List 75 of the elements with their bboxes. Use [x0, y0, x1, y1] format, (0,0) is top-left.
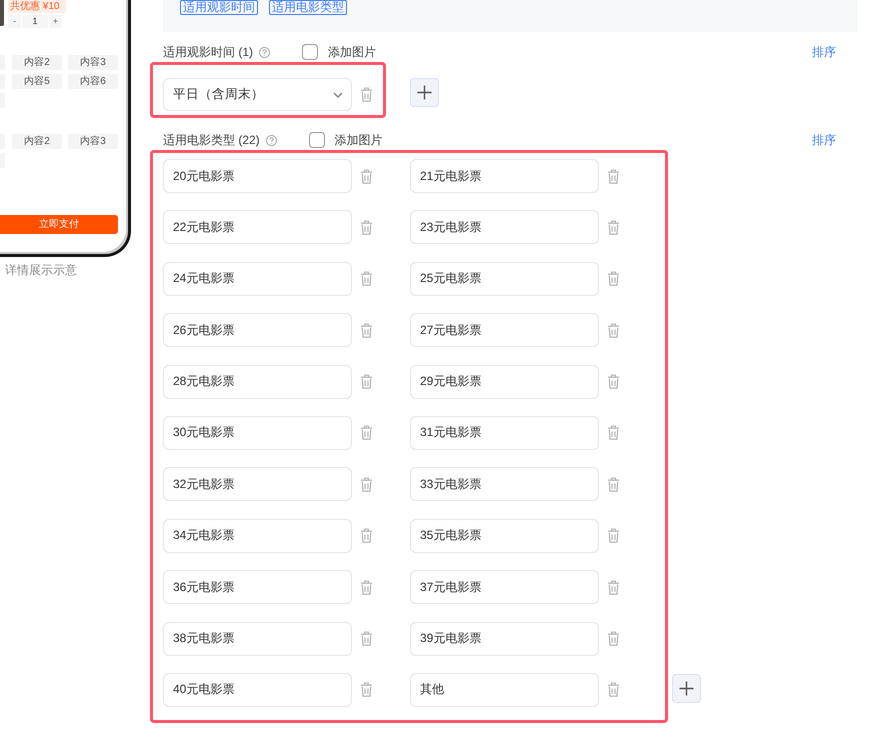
text-field[interactable]: 24元电影票	[163, 262, 352, 296]
text-field[interactable]: 38元电影票	[163, 622, 352, 656]
trash-icon[interactable]	[607, 580, 620, 595]
text-field[interactable]: 21元电影票	[410, 159, 599, 193]
text-field[interactable]: 20元电影票	[163, 159, 352, 193]
trash-icon[interactable]	[607, 682, 620, 698]
text-field[interactable]: 22元电影票	[163, 210, 352, 244]
text-field[interactable]: 其他	[410, 672, 599, 707]
option-chip[interactable]: 内容5	[12, 74, 62, 89]
option-chip[interactable]: 内容3	[68, 55, 118, 70]
text-field[interactable]: 39元电影票	[410, 622, 599, 656]
text-field[interactable]: 33元电影票	[410, 467, 599, 502]
trash-icon[interactable]	[360, 528, 373, 544]
text-field[interactable]: 37元电影票	[410, 570, 599, 604]
trash-icon[interactable]	[360, 168, 373, 184]
trash-icon[interactable]	[360, 631, 373, 646]
trash-icon[interactable]	[360, 425, 373, 440]
sort-link[interactable]: 排序	[812, 44, 836, 60]
filter-tag[interactable]: 适用观影时间	[180, 0, 258, 15]
plus-icon	[679, 680, 694, 696]
add-button[interactable]	[410, 78, 439, 107]
text-field[interactable]: 30元电影票	[163, 416, 352, 450]
select-field[interactable]: 平日（含周末）	[163, 78, 352, 111]
text-field[interactable]: 32元电影票	[163, 467, 352, 502]
discount-badge: 共优惠 ¥10	[8, 0, 66, 13]
trash-icon[interactable]	[360, 374, 373, 390]
decrease-button[interactable]: -	[8, 15, 21, 28]
text-field[interactable]: 29元电影票	[410, 364, 599, 399]
trash-icon[interactable]	[360, 322, 373, 338]
trash-icon[interactable]	[360, 682, 373, 698]
trash-icon[interactable]	[360, 476, 373, 492]
add-image-label[interactable]: 添加图片	[328, 44, 376, 60]
trash-icon[interactable]	[607, 631, 620, 646]
section-title: 适用电影类型 (22)	[163, 132, 260, 148]
option-chip[interactable]: 内容6	[68, 74, 118, 89]
trash-icon[interactable]	[360, 220, 373, 235]
trash-icon[interactable]	[607, 476, 620, 492]
trash-icon[interactable]	[607, 168, 620, 184]
trash-icon[interactable]	[607, 322, 620, 338]
product-image-placeholder	[0, 0, 4, 26]
trash-icon[interactable]	[607, 220, 620, 235]
sort-link[interactable]: 排序	[812, 132, 836, 148]
add-image-checkbox[interactable]	[308, 132, 325, 148]
text-field[interactable]: 23元电影票	[410, 210, 599, 244]
option-chip[interactable]: 内容2	[12, 134, 62, 149]
option-chip[interactable]: 内容2	[12, 55, 62, 70]
help-icon[interactable]	[259, 46, 270, 58]
text-field[interactable]: 35元电影票	[410, 518, 599, 553]
trash-icon[interactable]	[607, 271, 620, 286]
plus-icon	[417, 85, 432, 100]
add-image-checkbox[interactable]	[302, 44, 318, 60]
trash-icon[interactable]	[360, 580, 373, 595]
text-field[interactable]: 36元电影票	[163, 570, 352, 604]
increase-button[interactable]: +	[49, 15, 62, 28]
text-field[interactable]: 40元电影票	[163, 672, 352, 707]
trash-icon[interactable]	[607, 374, 620, 390]
preview-caption: 详情展示示意	[5, 263, 78, 277]
text-field[interactable]: 28元电影票	[163, 364, 352, 399]
filter-tag[interactable]: 适用电影类型	[269, 0, 347, 15]
text-field[interactable]: 31元电影票	[410, 416, 599, 450]
quantity-value: 1	[21, 15, 49, 28]
trash-icon[interactable]	[607, 528, 620, 544]
trash-icon[interactable]	[360, 87, 373, 102]
section-title: 适用观影时间 (1)	[163, 44, 253, 60]
trash-icon[interactable]	[607, 425, 620, 440]
option-chip[interactable]: 内容3	[68, 134, 118, 149]
text-field[interactable]: 26元电影票	[163, 313, 352, 348]
text-field[interactable]: 27元电影票	[410, 313, 599, 348]
chevron-down-icon	[333, 92, 343, 98]
add-button[interactable]	[672, 674, 701, 703]
text-field[interactable]: 34元电影票	[163, 518, 352, 553]
help-icon[interactable]	[266, 134, 277, 146]
trash-icon[interactable]	[360, 271, 373, 286]
text-field[interactable]: 25元电影票	[410, 262, 599, 296]
add-image-label[interactable]: 添加图片	[334, 132, 383, 148]
